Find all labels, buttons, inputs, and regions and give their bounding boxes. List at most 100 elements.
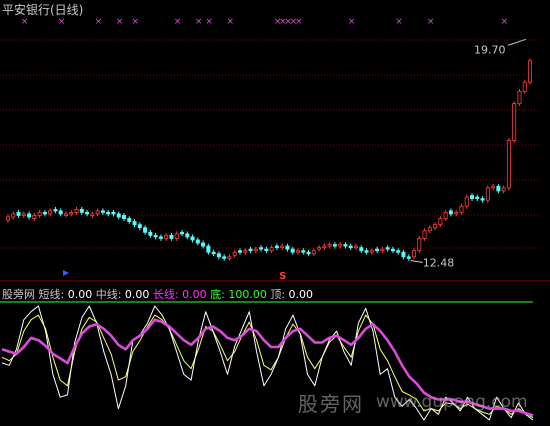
candle-body-14 (79, 208, 84, 213)
candle-body-40 (216, 253, 221, 258)
candle-body-3 (21, 213, 26, 216)
candle-body-72 (385, 247, 390, 250)
candle-body-86 (459, 205, 464, 213)
candle-body-97 (517, 90, 522, 105)
candle-body-66 (353, 245, 358, 249)
chart-canvas: × × × × × × × × × ××××× × × × ×19.7012.48S (0, 17, 550, 421)
candle-body-87 (464, 196, 469, 207)
low-pointer (410, 259, 423, 263)
x-marker-1: × (58, 17, 66, 27)
candle-body-20 (111, 211, 116, 215)
candle-body-78 (417, 238, 422, 252)
candle-body-27 (148, 231, 153, 236)
candle-body-92 (491, 185, 496, 189)
indicator-label-4: 顶: (266, 288, 286, 301)
indicator-label-0: 短线: (38, 288, 65, 301)
candle-body-9 (53, 208, 58, 212)
candle-body-98 (522, 81, 527, 92)
indicator-label-3: 底: (206, 288, 225, 301)
x-marker-8: × (226, 17, 234, 27)
blue-triangle-marker (63, 270, 69, 276)
x-marker-15: × (395, 17, 403, 27)
candle-body-29 (158, 236, 163, 239)
candle-body-37 (201, 242, 206, 247)
x-marker-3: × (116, 17, 124, 27)
indicator-value-3: 100.00 (224, 288, 267, 301)
chart-title: 平安银行(日线) (2, 3, 84, 17)
candle-body-75 (401, 251, 406, 258)
x-marker-4: × (132, 17, 140, 27)
candle-body-47 (253, 248, 258, 252)
x-marker-6: × (195, 17, 203, 27)
candle-body-24 (132, 221, 137, 226)
candle-body-81 (433, 224, 438, 229)
x-marker-13: × (295, 17, 303, 27)
candle-body-41 (222, 256, 227, 259)
candle-body-91 (485, 187, 490, 201)
candle-body-50 (269, 247, 274, 252)
candle-body-7 (42, 211, 47, 215)
candle-body-11 (64, 213, 69, 216)
candle-body-46 (248, 248, 253, 252)
candle-body-71 (380, 248, 385, 252)
candle-body-25 (137, 224, 142, 229)
candle-body-35 (190, 236, 195, 241)
candle-body-60 (322, 245, 327, 249)
candle-body-51 (274, 245, 279, 249)
x-marker-5: × (174, 17, 182, 27)
candle-body-73 (390, 248, 395, 252)
candle-body-54 (290, 248, 295, 253)
candle-body-65 (348, 245, 353, 249)
indicator-value-2: 0.00 (178, 288, 207, 301)
candle-body-1 (11, 213, 16, 218)
candle-body-19 (106, 211, 111, 215)
candle-body-13 (74, 208, 79, 213)
candle-body-43 (232, 251, 237, 256)
candle-body-42 (227, 256, 232, 259)
x-marker-0: × (21, 17, 29, 27)
candle-body-36 (195, 239, 200, 244)
candle-body-61 (327, 244, 332, 247)
x-marker-7: × (205, 17, 213, 27)
candle-body-85 (454, 211, 459, 215)
candle-body-83 (443, 211, 448, 219)
indicator-label-1: 中线: (92, 288, 122, 301)
candle-body-21 (116, 213, 121, 218)
watermark-cn: 股旁网 (298, 392, 364, 416)
candle-body-32 (174, 233, 179, 239)
indicator-value-4: 0.00 (285, 288, 314, 301)
indicator-value-0: 0.00 (64, 288, 93, 301)
candle-body-57 (306, 251, 311, 255)
watermark-url: www.gupang.com (376, 392, 528, 412)
candle-body-64 (343, 244, 348, 247)
candle-body-88 (469, 195, 474, 200)
candle-body-93 (496, 185, 501, 192)
candle-body-34 (185, 233, 190, 238)
candle-body-48 (259, 247, 264, 250)
candle-body-79 (422, 230, 427, 239)
candle-body-94 (501, 187, 506, 192)
candle-body-53 (285, 245, 290, 250)
candle-body-69 (369, 250, 374, 253)
candle-body-23 (127, 218, 132, 222)
candle-body-16 (90, 213, 95, 216)
candle-body-95 (506, 140, 511, 189)
candle-body-15 (85, 211, 90, 215)
candle-body-30 (164, 234, 169, 239)
candle-body-90 (480, 198, 485, 201)
candle-body-12 (69, 211, 74, 215)
candle-body-59 (317, 247, 322, 250)
candle-body-70 (375, 248, 380, 252)
high-price-label: 19.70 (474, 43, 506, 56)
candle-body-84 (448, 210, 453, 215)
candle-body-67 (359, 247, 364, 252)
candle-body-2 (16, 211, 21, 216)
candle-body-82 (438, 218, 443, 226)
candle-body-26 (143, 227, 148, 233)
candle-body-0 (6, 216, 11, 221)
s-marker: S (279, 271, 286, 282)
candle-body-44 (237, 250, 242, 253)
candle-body-58 (311, 250, 316, 255)
candle-body-28 (153, 234, 158, 238)
candle-body-56 (301, 250, 306, 253)
